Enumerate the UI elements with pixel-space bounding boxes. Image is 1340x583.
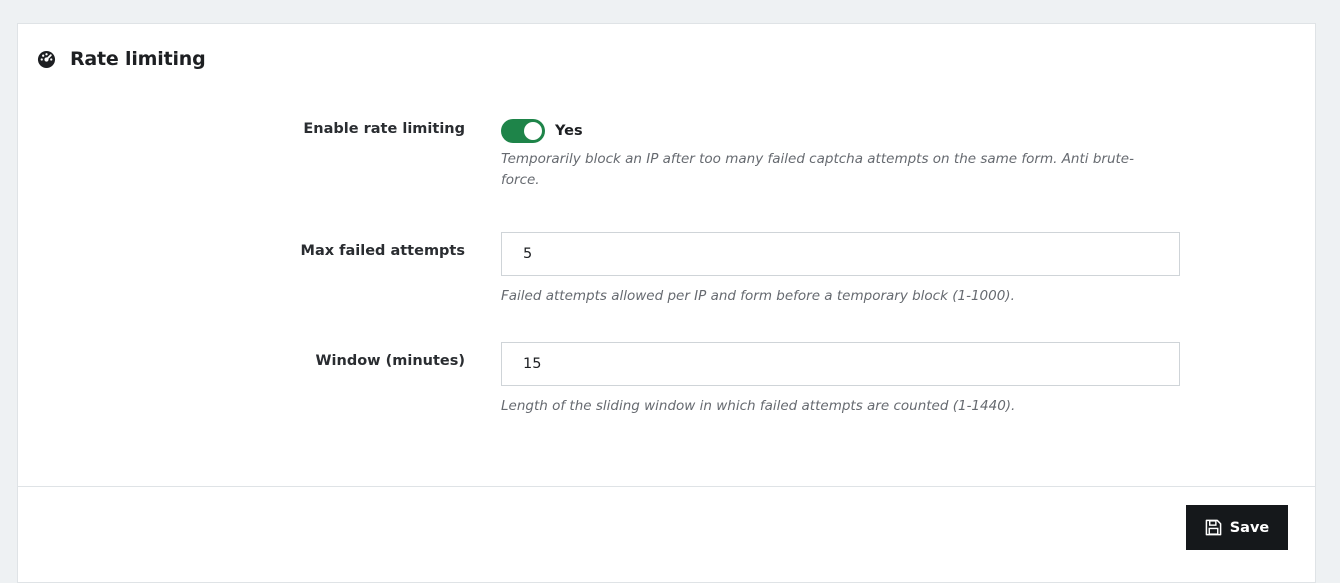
window-minutes-help: Length of the sliding window in which fa…: [501, 398, 1016, 414]
floppy-disk-icon: [1205, 519, 1222, 536]
max-failed-attempts-input[interactable]: [501, 232, 1180, 276]
save-button-label: Save: [1229, 519, 1270, 536]
toggle-state-text: Yes: [555, 123, 583, 139]
speedometer-icon: [37, 50, 56, 69]
max-failed-attempts-control: Failed attempts allowed per IP and form …: [501, 232, 1180, 307]
window-minutes-control: Length of the sliding window in which fa…: [501, 342, 1180, 417]
max-failed-attempts-help: Failed attempts allowed per IP and form …: [501, 288, 1015, 304]
window-minutes-label: Window (minutes): [315, 353, 465, 369]
section-title: Rate limiting: [70, 48, 206, 70]
settings-panel: Rate limiting Enable rate limiting Yes T…: [17, 23, 1316, 583]
enable-rate-limiting-label: Enable rate limiting: [303, 121, 465, 137]
max-failed-attempts-label: Max failed attempts: [300, 243, 465, 259]
window-minutes-input[interactable]: [501, 342, 1180, 386]
enable-rate-limiting-control: Yes Temporarily block an IP after too ma…: [501, 119, 1161, 191]
enable-rate-limiting-help: Temporarily block an IP after too many f…: [501, 151, 1134, 188]
save-button[interactable]: Save: [1186, 505, 1288, 550]
section-header: Rate limiting: [37, 48, 206, 70]
toggle-wrap: Yes: [501, 119, 1161, 143]
enable-rate-limiting-toggle[interactable]: [501, 119, 545, 143]
footer-divider: [18, 486, 1315, 487]
